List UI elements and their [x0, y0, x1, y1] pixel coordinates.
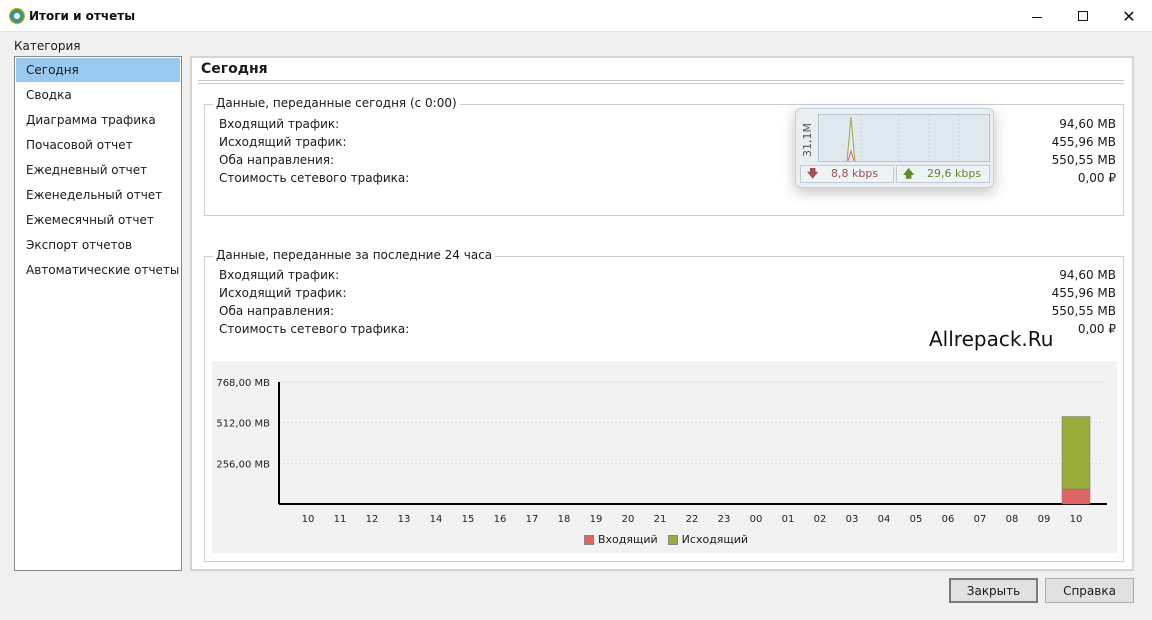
y-tick-label: 768,00 MB — [216, 378, 270, 389]
last24-incoming-row: Входящий трафик: 94,60 MB — [219, 268, 1116, 286]
x-tick-label: 15 — [462, 514, 475, 525]
x-tick-label: 02 — [814, 514, 827, 525]
upload-speed-value: 29,6 kbps — [927, 167, 982, 180]
maximize-icon — [1078, 11, 1088, 21]
x-tick-label: 00 — [750, 514, 763, 525]
traffic-chart-svg: 768,00 MB 512,00 MB 256,00 MB 10 11 12 13 14 15 1… — [216, 378, 1107, 525]
row-label: Исходящий трафик: — [219, 135, 347, 149]
title-divider — [198, 80, 1124, 84]
sidebar-item-auto-reports[interactable]: Автоматические отчеты — [15, 258, 181, 283]
widget-graph-svg — [846, 115, 960, 162]
x-tick-label: 13 — [398, 514, 411, 525]
x-tick-label: 17 — [526, 514, 539, 525]
last24-outgoing-row: Исходящий трафик: 455,96 MB — [219, 286, 1116, 304]
close-button[interactable]: Закрыть — [949, 578, 1038, 603]
x-tick-label: 06 — [942, 514, 955, 525]
app-logo-icon — [9, 8, 25, 24]
x-tick-label: 22 — [686, 514, 699, 525]
x-tick-label: 04 — [878, 514, 891, 525]
x-tick-label: 07 — [974, 514, 987, 525]
legend-swatch-outgoing — [667, 534, 678, 545]
widget-upload-line — [846, 116, 856, 162]
minimize-button[interactable] — [1014, 0, 1060, 32]
legend-label-incoming: Входящий — [598, 533, 658, 546]
sidebar-item-daily-report[interactable]: Ежедневный отчет — [15, 158, 181, 183]
legend-label-outgoing: Исходящий — [681, 533, 749, 546]
x-tick-label: 10 — [1070, 514, 1083, 525]
x-tick-label: 16 — [494, 514, 507, 525]
x-tick-label: 23 — [718, 514, 731, 525]
row-label: Стоимость сетевого трафика: — [219, 322, 410, 336]
sidebar-item-summary[interactable]: Сводка — [15, 83, 181, 108]
row-label: Стоимость сетевого трафика: — [219, 171, 410, 185]
title-bar: Итоги и отчеты ✕ — [0, 0, 1152, 32]
row-value: 550,55 MB — [1051, 304, 1116, 318]
sidebar-item-today[interactable]: Сегодня — [16, 58, 180, 82]
download-speed-value: 8,8 kbps — [831, 167, 879, 180]
x-tick-label: 10 — [302, 514, 315, 525]
x-tick-label: 08 — [1006, 514, 1019, 525]
row-value: 94,60 MB — [1059, 117, 1116, 131]
x-tick-label: 03 — [846, 514, 859, 525]
close-window-button[interactable]: ✕ — [1106, 0, 1152, 32]
sidebar-item-traffic-chart[interactable]: Диаграмма трафика — [15, 108, 181, 133]
bar-segment-outgoing — [1061, 416, 1091, 490]
traffic-chart: 768,00 MB 512,00 MB 256,00 MB 10 11 12 13 14 15 1… — [212, 361, 1117, 553]
row-label: Входящий трафик: — [219, 268, 340, 282]
x-tick-label: 11 — [334, 514, 347, 525]
row-value: 94,60 MB — [1059, 268, 1116, 282]
last24-group-caption: Данные, переданные за последние 24 часа — [213, 248, 496, 262]
category-label: Категория — [14, 39, 81, 53]
category-list[interactable]: Сегодня Сводка Диаграмма трафика Почасов… — [14, 56, 182, 571]
x-tick-label: 12 — [366, 514, 379, 525]
row-label: Исходящий трафик: — [219, 286, 347, 300]
row-value: 0,00 ₽ — [1077, 322, 1116, 336]
y-tick-label: 256,00 MB — [216, 459, 270, 470]
widget-scale-label: 31,1M — [801, 123, 814, 157]
widget-scale: 31,1M — [799, 117, 815, 157]
legend-swatch-incoming — [584, 534, 594, 545]
minimize-icon — [1032, 16, 1042, 18]
page-title: Сегодня — [201, 61, 268, 77]
bar-segment-incoming — [1061, 488, 1091, 505]
x-tick-label: 19 — [590, 514, 603, 525]
upload-speed: 🡅 29,6 kbps — [896, 165, 990, 183]
row-value: 550,55 MB — [1051, 153, 1116, 167]
help-button[interactable]: Справка — [1045, 578, 1134, 603]
y-tick-label: 512,00 MB — [216, 419, 270, 430]
speed-meter-widget[interactable]: 31,1M 🡇 8,8 kbps 🡅 29,6 kbps — [795, 108, 994, 188]
window-title: Итоги и отчеты — [29, 9, 136, 23]
arrow-up-icon: 🡅 — [903, 167, 915, 180]
sidebar-item-monthly-report[interactable]: Ежемесячный отчет — [15, 208, 181, 233]
x-tick-label: 21 — [654, 514, 667, 525]
row-value: 455,96 MB — [1051, 135, 1116, 149]
x-tick-label: 18 — [558, 514, 571, 525]
row-label: Оба направления: — [219, 153, 335, 167]
arrow-down-icon: 🡇 — [807, 167, 819, 180]
x-tick-label: 05 — [910, 514, 923, 525]
maximize-button[interactable] — [1060, 0, 1106, 32]
legend-item-incoming: Входящий — [584, 533, 658, 546]
x-tick-label: 20 — [622, 514, 635, 525]
legend-item-outgoing: Исходящий — [667, 533, 749, 546]
x-tick-label: 09 — [1038, 514, 1051, 525]
sidebar-item-weekly-report[interactable]: Еженедельный отчет — [15, 183, 181, 208]
row-label: Оба направления: — [219, 304, 335, 318]
x-tick-label: 14 — [430, 514, 443, 525]
widget-download-line — [847, 149, 855, 162]
chart-legend: Входящий Исходящий — [584, 533, 758, 546]
row-value: 455,96 MB — [1051, 286, 1116, 300]
close-icon: ✕ — [1122, 6, 1136, 26]
widget-graph — [818, 114, 990, 162]
today-group-caption: Данные, переданные сегодня (с 0:00) — [213, 96, 460, 110]
sidebar-item-hourly-report[interactable]: Почасовой отчет — [15, 133, 181, 158]
row-value: 0,00 ₽ — [1077, 171, 1116, 185]
row-label: Входящий трафик: — [219, 117, 340, 131]
watermark-text: Allrepack.Ru — [929, 327, 1054, 351]
last24-both-row: Оба направления: 550,55 MB — [219, 304, 1116, 322]
download-speed: 🡇 8,8 kbps — [800, 165, 894, 183]
x-tick-label: 01 — [782, 514, 795, 525]
sidebar-item-export-reports[interactable]: Экспорт отчетов — [15, 233, 181, 258]
